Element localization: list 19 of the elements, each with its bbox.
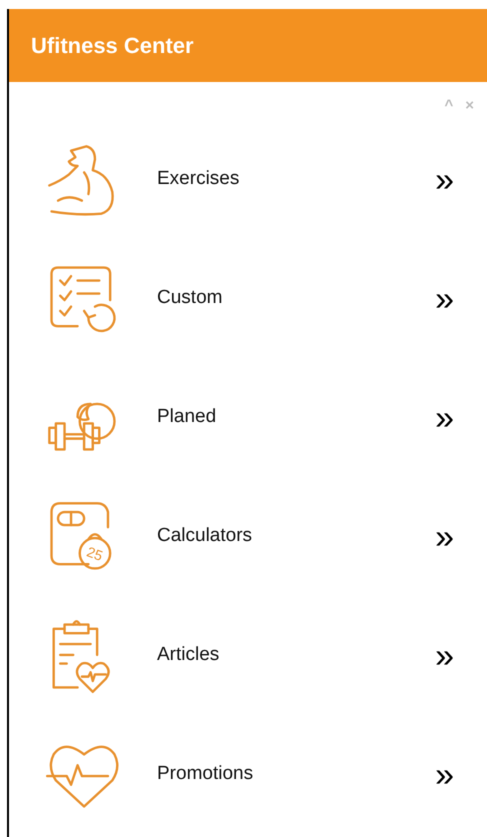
chevron-text: » (435, 758, 454, 792)
menu-label: Articles (157, 643, 220, 668)
chevron-text: » (435, 638, 454, 672)
chevron-text: » (435, 162, 454, 196)
menu-item[interactable]: Articles » (9, 596, 487, 715)
menu-item[interactable]: 25 Calculators » (9, 477, 487, 596)
chevron-text: » (435, 282, 454, 316)
menu-label: Custom (157, 286, 224, 310)
menu-label: Promotions (157, 762, 254, 786)
chevron-text: » (435, 400, 454, 434)
menu-label: Exercises (157, 167, 240, 192)
menu-item[interactable]: Custom » (9, 239, 487, 358)
menu-label: Calculators (157, 524, 254, 548)
chevron-text: » (435, 520, 454, 554)
menu-item[interactable]: Planed » (9, 358, 487, 477)
app-title: Ufitness Center (31, 32, 194, 60)
menu-item[interactable]: Exercises » (9, 120, 487, 239)
menu-label: Planed (157, 405, 218, 430)
menu-item[interactable]: Promotions » (9, 715, 487, 834)
